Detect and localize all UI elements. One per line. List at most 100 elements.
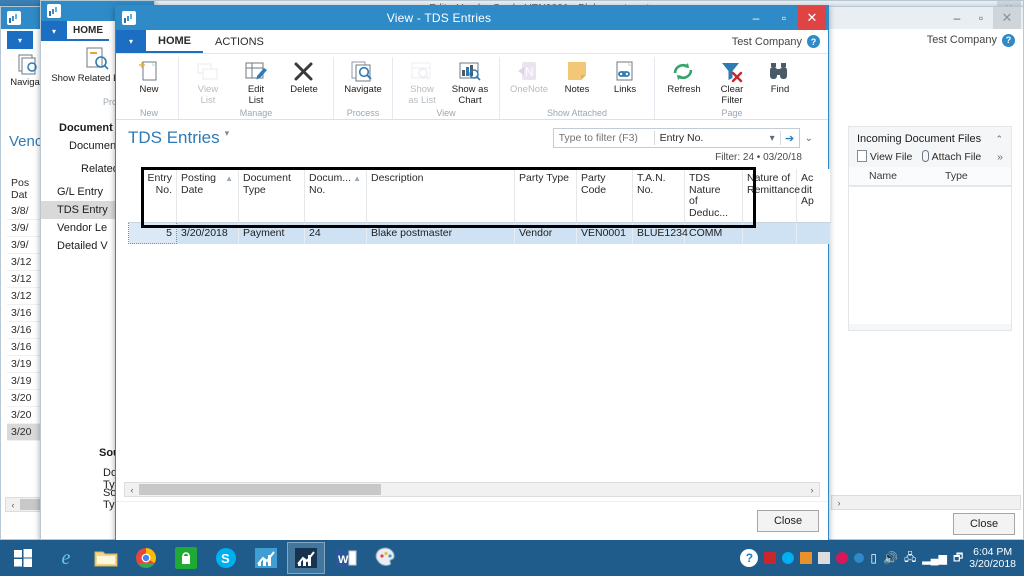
dialog-file-menu-button[interactable]: ▾: [116, 30, 146, 53]
search-input[interactable]: [553, 129, 654, 147]
view-file-action[interactable]: View File: [857, 150, 912, 163]
factbox-rows[interactable]: [849, 186, 1011, 324]
ribbon-button-navigate[interactable]: Navigate: [339, 57, 387, 98]
dialog-titlebar[interactable]: View - TDS Entries – ▫ ✕: [116, 6, 828, 30]
list-item[interactable]: 3/20: [7, 424, 43, 441]
dialog-hscrollbar[interactable]: ‹ ›: [124, 482, 820, 497]
dialog-scroll-left-arrow[interactable]: ‹: [125, 485, 139, 495]
table-cell[interactable]: 5: [128, 222, 177, 244]
list-item[interactable]: 3/16: [7, 322, 43, 339]
sort-ascending-icon[interactable]: ▲: [225, 173, 233, 185]
opera-icon[interactable]: [836, 552, 849, 564]
grid-column-header[interactable]: Description: [366, 169, 515, 223]
secondary-hscrollbar[interactable]: ›: [831, 495, 1021, 510]
ribbon-button-show-as-chart[interactable]: Show as Chart: [446, 57, 494, 108]
secondary-maximize-button[interactable]: ▫: [969, 7, 993, 29]
grid-column-header[interactable]: Party Code: [576, 169, 633, 223]
list-item[interactable]: 3/16: [7, 339, 43, 356]
ribbon-button-new[interactable]: New: [125, 57, 173, 98]
table-cell[interactable]: 24: [304, 222, 367, 244]
table-cell[interactable]: Blake postmaster: [366, 222, 515, 244]
table-cell[interactable]: Vendor: [514, 222, 577, 244]
arrow-right-icon[interactable]: ➔: [781, 132, 799, 145]
list-item[interactable]: 3/19: [7, 373, 43, 390]
battery-icon[interactable]: ▯: [870, 551, 877, 565]
tab-actions[interactable]: ACTIONS: [203, 30, 276, 53]
list-item[interactable]: 3/20: [7, 390, 43, 407]
file-explorer-icon[interactable]: [87, 542, 125, 574]
dialog-scroll-thumb[interactable]: [139, 484, 381, 495]
tab-home[interactable]: HOME: [146, 30, 203, 53]
dialog-scroll-right-arrow[interactable]: ›: [805, 485, 819, 495]
table-cell[interactable]: VEN0001: [576, 222, 633, 244]
dialog-close-button[interactable]: ✕: [798, 6, 826, 30]
table-row[interactable]: 5 3/20/2018 Payment 24 Blake postmaster Vendo…: [128, 222, 831, 244]
list-item[interactable]: 3/12: [7, 271, 43, 288]
navigate-file-menu-button[interactable]: ▾: [7, 31, 33, 49]
grid-column-header[interactable]: T.A.N. No.: [632, 169, 685, 223]
ribbon-button-refresh[interactable]: Refresh: [660, 57, 708, 98]
grid-column-header[interactable]: ▲ Docum... No.: [304, 169, 367, 223]
help-circle-icon[interactable]: ?: [740, 549, 759, 567]
grid-column-header[interactable]: TDS Nature of Deduc...: [684, 169, 743, 223]
ribbon-button-find[interactable]: Find: [756, 57, 804, 98]
taskbar-clock[interactable]: 6:04 PM 3/20/2018: [969, 546, 1016, 570]
chevron-down-icon-expand[interactable]: ⌄: [800, 133, 818, 144]
page-title-caret-icon[interactable]: ▾: [225, 128, 230, 139]
table-cell[interactable]: 3/20/2018: [176, 222, 239, 244]
secondary-window-titlebar[interactable]: – ▫ ✕: [829, 7, 1023, 29]
list-item[interactable]: 3/19: [7, 356, 43, 373]
paint-icon[interactable]: [367, 542, 405, 574]
ribbon-button-delete[interactable]: Delete: [280, 57, 328, 98]
dialog-maximize-button[interactable]: ▫: [770, 6, 798, 30]
chrome-icon[interactable]: [127, 542, 165, 574]
posting-date-list[interactable]: 3/8/3/9/3/9/3/12 3/12 3/12 3/16 3/16 3/16 3/19…: [7, 203, 43, 441]
grid-column-header[interactable]: Document Type: [238, 169, 305, 223]
dialog-close-action-button[interactable]: Close: [757, 510, 819, 532]
shield-check-icon[interactable]: [818, 552, 831, 564]
skype-icon[interactable]: S: [207, 542, 245, 574]
acrobat-icon[interactable]: [764, 552, 777, 564]
navigate-scroll-left-arrow[interactable]: ‹: [6, 500, 20, 510]
sort-ascending-icon[interactable]: ▲: [353, 173, 361, 185]
table-cell[interactable]: [742, 222, 797, 244]
dialog-minimize-button[interactable]: –: [742, 6, 770, 30]
ribbon-button-notes[interactable]: Notes: [553, 57, 601, 98]
table-cell[interactable]: COMM: [684, 222, 743, 244]
grid-column-header[interactable]: Entry No.: [128, 169, 177, 223]
ribbon-button-edit-list[interactable]: Edit List: [232, 57, 280, 108]
secondary-close-action-button[interactable]: Close: [953, 513, 1015, 535]
factbox-more-icon[interactable]: »: [997, 151, 1003, 163]
network-icon[interactable]: 🖧: [904, 549, 916, 568]
ribbon-button-links[interactable]: Links: [601, 57, 649, 98]
table-cell[interactable]: BLUE1234: [632, 222, 688, 244]
ribbon-button-clear-filter[interactable]: Clear Filter: [708, 57, 756, 108]
attach-file-action[interactable]: Attach File: [922, 150, 981, 163]
table-cell[interactable]: [796, 222, 831, 244]
list-item[interactable]: 3/9/: [7, 220, 43, 237]
skype-tray-icon[interactable]: [782, 552, 795, 564]
tds-entries-grid[interactable]: Entry No. ▲ Posting Date Document Type ▲ Docu…: [128, 169, 831, 244]
list-item[interactable]: 3/16: [7, 305, 43, 322]
list-item[interactable]: 3/9/: [7, 237, 43, 254]
misc-icon[interactable]: [854, 553, 865, 563]
store-icon[interactable]: [167, 542, 205, 574]
windows-start-icon[interactable]: [0, 540, 46, 576]
action-center-icon[interactable]: 🗗: [953, 549, 963, 568]
list-item[interactable]: 3/8/: [7, 203, 43, 220]
table-cell[interactable]: Payment: [238, 222, 305, 244]
grid-column-header[interactable]: ▲ Posting Date: [176, 169, 239, 223]
grid-body[interactable]: 5 3/20/2018 Payment 24 Blake postmaster Vendo…: [128, 222, 831, 244]
dynamics-nav-icon[interactable]: [247, 542, 285, 574]
volume-icon[interactable]: 🔊: [883, 551, 898, 565]
secondary-minimize-button[interactable]: –: [945, 7, 969, 29]
help-icon-dialog[interactable]: ?: [807, 35, 820, 48]
internet-explorer-icon[interactable]: e: [47, 542, 85, 574]
chevron-down-icon-filterfield[interactable]: ▾: [765, 133, 780, 144]
secondary-close-label-wrap[interactable]: Close: [953, 513, 1015, 535]
tds-entries-dialog[interactable]: View - TDS Entries – ▫ ✕ ▾ HOME ACTIONS …: [115, 5, 831, 542]
list-item[interactable]: 3/12: [7, 288, 43, 305]
related-file-menu-button[interactable]: ▾: [41, 21, 67, 41]
list-item[interactable]: 3/20: [7, 407, 43, 424]
word-icon[interactable]: W: [327, 542, 365, 574]
